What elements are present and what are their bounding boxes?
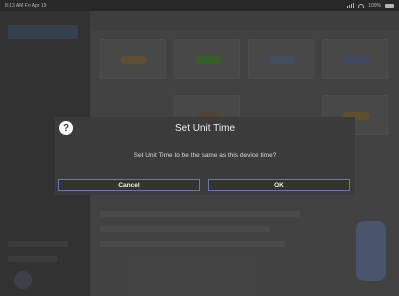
dialog-message: Set Unit Time to be the same as this dev…	[133, 152, 277, 159]
ok-button[interactable]: OK	[208, 179, 350, 191]
dialog-title: Set Unit Time	[174, 123, 236, 134]
cancel-button[interactable]: Cancel	[58, 179, 200, 191]
set-unit-time-dialog: ? Set Unit Time Set Unit Time to be the …	[55, 117, 355, 195]
